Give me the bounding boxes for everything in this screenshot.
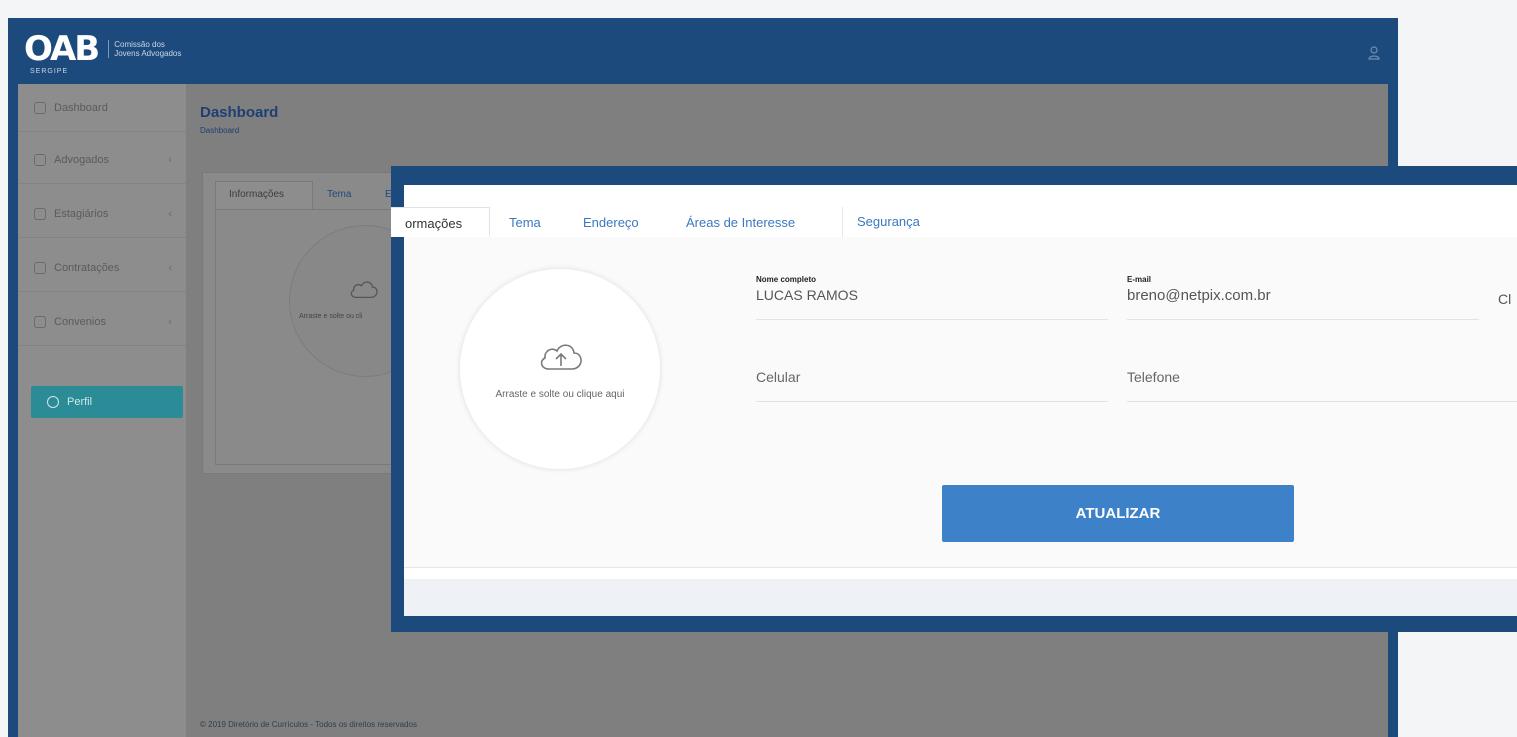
- cloud-upload-icon: [350, 281, 378, 299]
- chevron-left-icon: ‹: [168, 315, 172, 328]
- logo: OAB Comissão dos Jovens Advogados SERGIP…: [24, 29, 184, 75]
- tab-informacoes[interactable]: Informações: [229, 189, 284, 200]
- user-icon: [34, 207, 46, 220]
- tab-areas-de-interesse[interactable]: Áreas de Interesse: [686, 215, 795, 230]
- sidebar-item-label: Dashboard: [54, 101, 108, 114]
- cloud-upload-icon: [540, 344, 582, 370]
- top-bar: OAB Comissão dos Jovens Advogados SERGIP…: [8, 18, 1398, 84]
- full-name-label: Nome completo: [756, 275, 817, 284]
- breadcrumb[interactable]: Dashboard: [200, 126, 239, 135]
- cut-off-field[interactable]: Cl: [1498, 275, 1517, 319]
- tab-endereco[interactable]: Endereço: [583, 215, 639, 230]
- cellphone-field[interactable]: Celular: [756, 369, 1108, 402]
- sidebar-item-dashboard[interactable]: Dashboard: [18, 84, 186, 132]
- sidebar-item-label: Advogados: [54, 153, 110, 166]
- settings-icon: [47, 396, 59, 408]
- tab-tema[interactable]: Tema: [509, 215, 541, 230]
- full-name-value[interactable]: LUCAS RAMOS: [756, 287, 858, 303]
- tab-tema[interactable]: Tema: [327, 189, 351, 200]
- card-footer-band: [404, 579, 1517, 616]
- profile-tabs: ormações Tema Endereço Áreas de Interess…: [391, 207, 1517, 238]
- zoomed-profile-card: ormações Tema Endereço Áreas de Interess…: [391, 166, 1517, 632]
- cut-off-label: Cl: [1498, 291, 1512, 307]
- chat-icon: [34, 315, 46, 328]
- sidebar-item-estagiarios[interactable]: Estagiários ‹: [18, 190, 186, 238]
- sidebar-item-perfil[interactable]: Perfil: [31, 386, 183, 418]
- sidebar-item-label: Perfil: [67, 396, 93, 408]
- profile-form-panel: ormações Tema Endereço Áreas de Interess…: [391, 185, 1517, 616]
- phone-field[interactable]: Telefone: [1127, 369, 1517, 402]
- phone-placeholder[interactable]: Telefone: [1127, 369, 1180, 385]
- tab-informacoes[interactable]: ormações: [391, 207, 490, 237]
- page-title: Dashboard: [200, 104, 279, 121]
- update-button[interactable]: ATUALIZAR: [942, 485, 1294, 542]
- key-icon: [34, 153, 46, 166]
- logo-mark: OAB: [24, 29, 100, 69]
- sidebar-item-label: Estagiários: [54, 207, 109, 220]
- briefcase-icon: [34, 261, 46, 274]
- cellphone-placeholder[interactable]: Celular: [756, 369, 800, 385]
- chevron-left-icon: ‹: [168, 207, 172, 220]
- sidebar-item-advogados[interactable]: Advogados ‹: [18, 136, 186, 184]
- dashboard-icon: [34, 101, 46, 114]
- logo-subtitle: SERGIPE: [30, 68, 69, 75]
- full-name-field[interactable]: Nome completo LUCAS RAMOS: [756, 275, 1108, 320]
- divider: [404, 567, 1517, 568]
- chevron-left-icon: ‹: [168, 261, 172, 274]
- upload-hint: Arraste e solte ou cli: [299, 313, 363, 320]
- sidebar-item-contratacoes[interactable]: Contratações ‹: [18, 244, 186, 292]
- sidebar-item-convenios[interactable]: Convenios ‹: [18, 298, 186, 346]
- chevron-left-icon: ‹: [168, 153, 172, 166]
- sidebar: Dashboard Advogados ‹ Estagiários ‹ Cont…: [18, 84, 186, 737]
- logo-tagline: Comissão dos Jovens Advogados: [108, 40, 184, 58]
- email-field[interactable]: E-mail breno@netpix.com.br: [1127, 275, 1479, 320]
- email-value[interactable]: breno@netpix.com.br: [1127, 287, 1271, 304]
- tab-seguranca[interactable]: Segurança: [842, 207, 932, 237]
- upload-hint: Arraste e solte ou clique aqui: [495, 389, 625, 400]
- email-label: E-mail: [1127, 275, 1152, 284]
- user-icon[interactable]: [1368, 46, 1380, 60]
- footer-copyright: © 2019 Diretório de Currículos - Todos o…: [200, 720, 417, 729]
- sidebar-item-label: Convenios: [54, 315, 106, 328]
- photo-upload-dropzone[interactable]: Arraste e solte ou clique aqui: [460, 269, 660, 469]
- informacoes-tab-content: Arraste e solte ou clique aqui Nome comp…: [404, 237, 1517, 567]
- sidebar-item-label: Contratações: [54, 261, 120, 274]
